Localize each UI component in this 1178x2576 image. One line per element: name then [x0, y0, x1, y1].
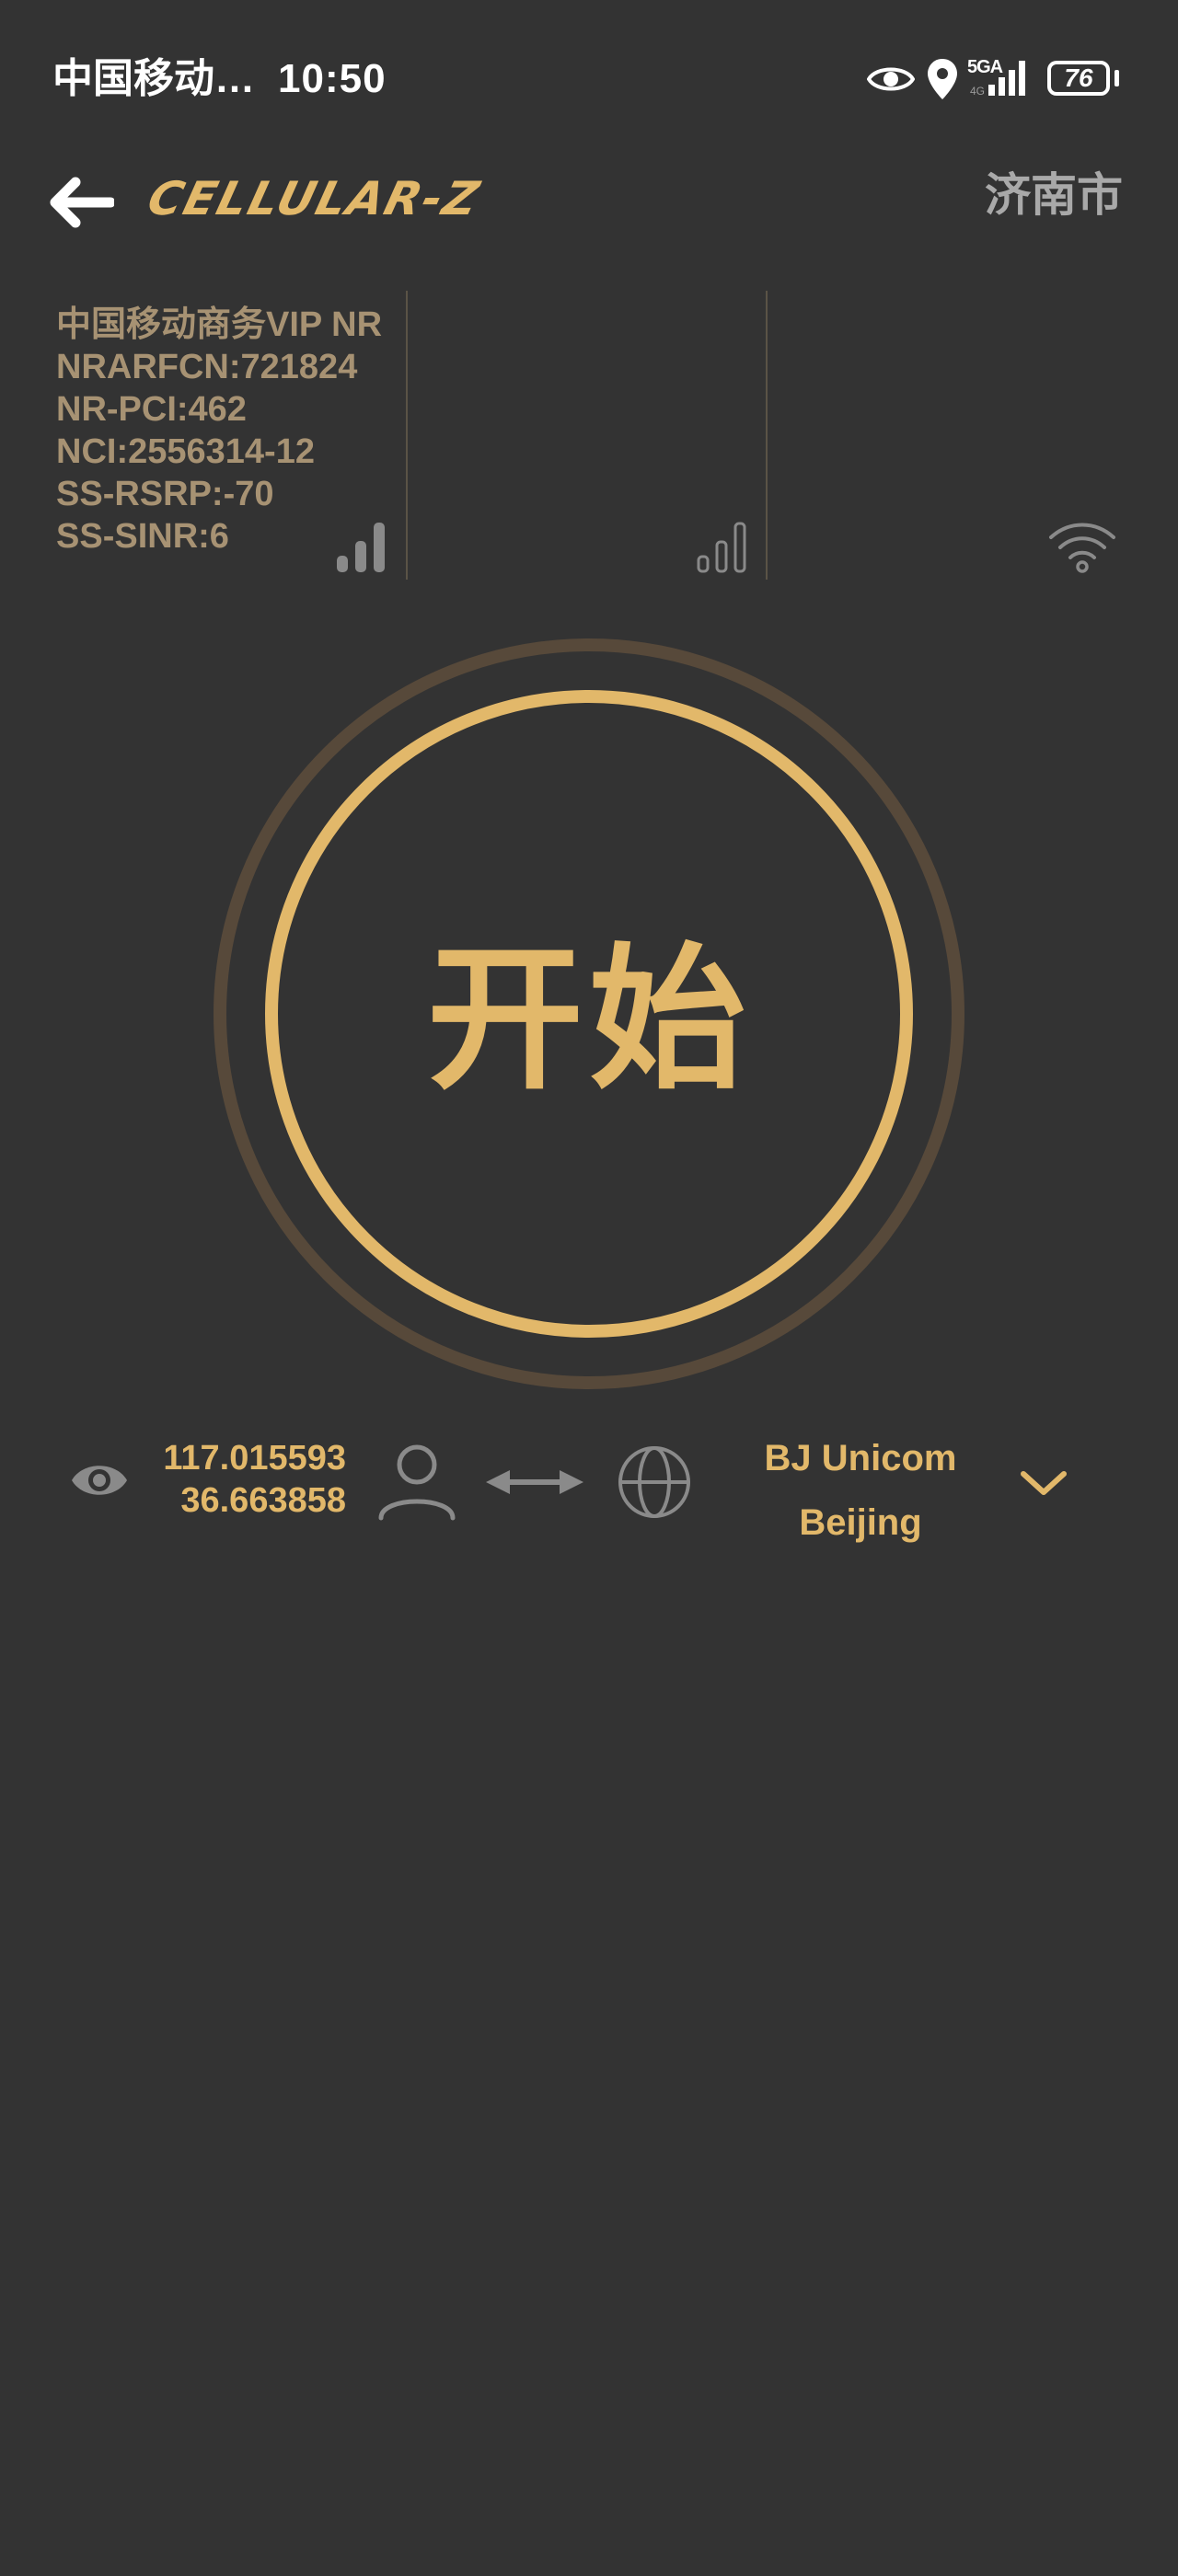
signal-operator: 中国移动商务VIP NR [56, 305, 383, 344]
globe-icon [618, 1446, 690, 1518]
wifi-icon [1049, 523, 1115, 573]
app-logo: CELLULAR-Z [142, 172, 486, 225]
server-name: BJ Unicom [764, 1438, 957, 1478]
longitude-value: 117.015593 [163, 1439, 346, 1478]
battery-indicator: 76 [1047, 61, 1110, 96]
column-divider-2 [766, 291, 768, 580]
start-button[interactable]: 开始 [265, 690, 913, 1338]
swap-arrows-icon [486, 1470, 583, 1494]
status-time: 10:50 [278, 56, 387, 101]
sim2-signal-icon [697, 522, 746, 573]
city-label[interactable]: 济南市 [985, 166, 1123, 224]
status-eye-icon [867, 67, 915, 91]
signal-arfcn: NRARFCN:721824 [56, 348, 358, 386]
eye-icon[interactable] [70, 1457, 129, 1503]
start-button-label: 开始 [426, 933, 751, 1108]
chevron-down-icon[interactable] [1018, 1466, 1069, 1500]
cellular-signal-icon [988, 61, 1025, 96]
latitude-value: 36.663858 [180, 1481, 346, 1520]
signal-nci: NCI:2556314-12 [56, 432, 315, 471]
server-selector[interactable]: BJ Unicom Beijing [718, 1426, 1003, 1555]
server-city: Beijing [799, 1502, 922, 1543]
back-arrow-icon[interactable] [46, 175, 114, 230]
user-icon [378, 1444, 456, 1521]
signal-pci: NR-PCI:462 [56, 390, 247, 429]
sim1-signal-icon [337, 523, 385, 572]
location-pin-icon [928, 59, 957, 99]
network-sub-label: 4G [970, 85, 986, 98]
signal-rsrp: SS-RSRP:-70 [56, 475, 274, 513]
battery-cap [1114, 70, 1119, 86]
column-divider-1 [406, 291, 408, 580]
coordinates: 117.015593 36.663858 [138, 1437, 346, 1522]
status-carrier: 中国移动… [52, 56, 255, 101]
